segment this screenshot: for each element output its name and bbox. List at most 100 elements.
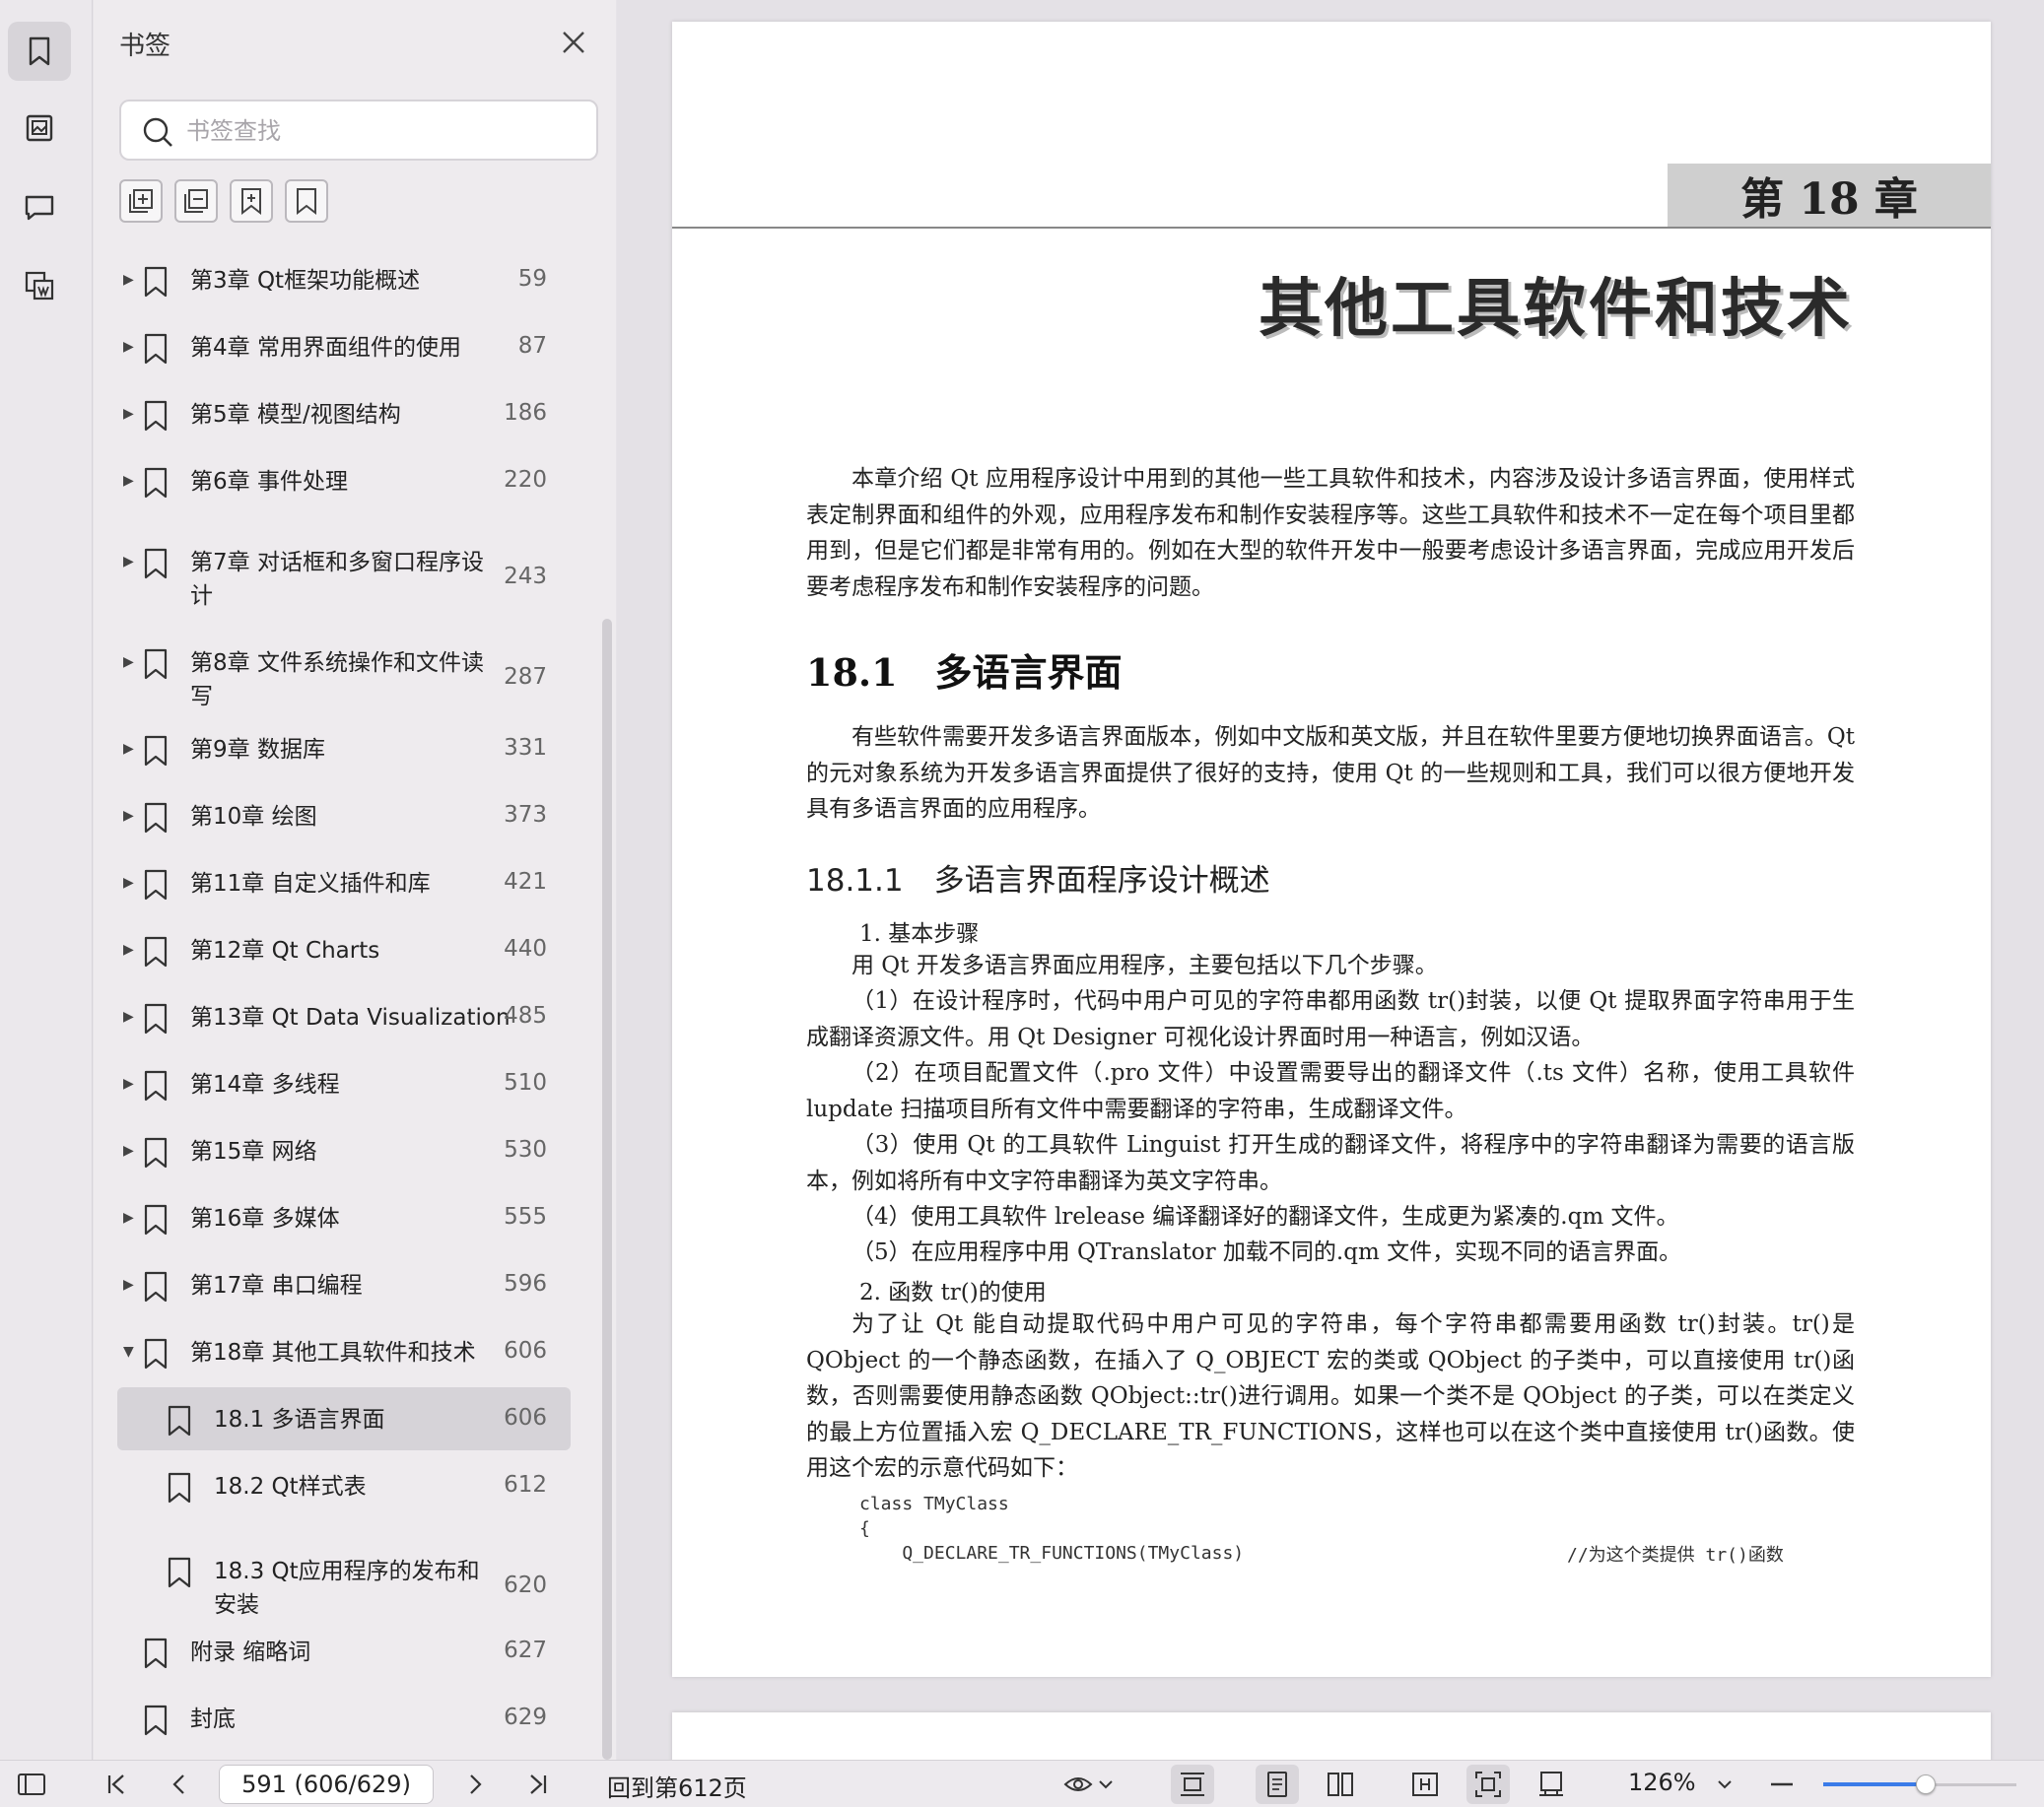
caret-right-icon[interactable]: ▶ <box>123 741 134 757</box>
bookmark-page-number: 373 <box>504 802 547 828</box>
bookmark-icon <box>144 266 168 298</box>
caret-right-icon[interactable]: ▶ <box>123 1076 134 1092</box>
bookmark-label: 18.1 多语言界面 <box>214 1403 385 1437</box>
bookmark-label: 附录 缩略词 <box>190 1636 310 1669</box>
previous-page-icon[interactable] <box>164 1769 195 1800</box>
bookmark-label-line: 第3章 Qt框架功能概述 <box>190 268 421 294</box>
caret-right-icon[interactable]: ▶ <box>123 473 134 489</box>
document-viewport[interactable]: 第 18 章 其他工具软件和技术 本章介绍 Qt 应用程序设计中用到的其他一些工… <box>617 0 2044 1807</box>
comment-tab[interactable] <box>8 177 71 236</box>
bookmark-label-line: 安装 <box>214 1592 259 1618</box>
bookmark-icon <box>168 1557 191 1588</box>
code-line-2: { <box>859 1518 870 1539</box>
next-page-icon[interactable] <box>459 1769 491 1800</box>
bookmark-icon <box>144 1003 168 1035</box>
caret-right-icon[interactable]: ▶ <box>123 808 134 824</box>
bookmark-icon <box>144 648 168 680</box>
bookmark-icon <box>144 802 168 834</box>
caret-right-icon[interactable]: ▶ <box>123 1009 134 1025</box>
caret-down-icon[interactable]: ▼ <box>123 1344 134 1360</box>
bookmark-label: 第4章 常用界面组件的使用 <box>190 331 461 365</box>
page-number-input[interactable]: 591 (606/629) <box>219 1765 434 1804</box>
collapse-all-button[interactable] <box>174 179 218 223</box>
bookmark-page-number: 530 <box>504 1137 547 1163</box>
intro-paragraph: 本章介绍 Qt 应用程序设计中用到的其他一些工具软件和技术，内容涉及设计多语言界… <box>806 466 1855 600</box>
bookmark-label-line: 第7章 对话框和多窗口程序设 <box>190 550 484 575</box>
go-back-link[interactable]: 回到第612页 <box>607 1769 747 1803</box>
status-bar: 591 (606/629) 回到第612页 126% <box>0 1760 2044 1807</box>
fit-page-icon[interactable] <box>1472 1769 1504 1800</box>
paragraph-steps-intro: 用 Qt 开发多语言界面应用程序，主要包括以下几个步骤。 <box>852 953 1438 978</box>
two-page-icon[interactable] <box>1325 1769 1356 1800</box>
expand-all-button[interactable] <box>119 179 163 223</box>
bookmark-label: 18.3 Qt应用程序的发布和 安装 <box>214 1555 480 1622</box>
step-heading-1: 1. 基本步骤 <box>859 921 980 947</box>
paragraph-step-3: （3）使用 Qt 的工具软件 Linguist 打开生成的翻译文件，将程序中的字… <box>806 1132 1855 1194</box>
bookmark-page-number: 59 <box>517 266 547 292</box>
bookmark-page-number: 629 <box>504 1705 547 1730</box>
extract-tab[interactable] <box>8 256 71 315</box>
eye-icon[interactable] <box>1062 1769 1094 1800</box>
last-page-icon[interactable] <box>522 1769 554 1800</box>
bookmark-page-number: 186 <box>504 400 547 426</box>
paragraph-tr-usage: 为了让 Qt 能自动提取代码中用户可见的字符串，每个字符串都需要用函数 tr()… <box>806 1311 1855 1481</box>
caret-right-icon[interactable]: ▶ <box>123 339 134 355</box>
bookmark-page-number: 606 <box>504 1338 547 1364</box>
first-page-icon[interactable] <box>101 1769 132 1800</box>
bookmark-page-number: 485 <box>504 1003 547 1029</box>
bookmark-label: 第6章 事件处理 <box>190 465 348 499</box>
collapse-all-icon <box>184 189 208 213</box>
caret-right-icon[interactable]: ▶ <box>123 1277 134 1293</box>
chapter-rule <box>672 227 1991 229</box>
caret-right-icon[interactable]: ▶ <box>123 272 134 288</box>
caret-right-icon[interactable]: ▶ <box>123 942 134 958</box>
bookmark-label-line: 18.3 Qt应用程序的发布和 <box>214 1559 480 1584</box>
bookmark-search-input[interactable] <box>186 111 580 151</box>
caret-right-icon[interactable]: ▶ <box>123 654 134 670</box>
caret-right-icon[interactable]: ▶ <box>123 554 134 569</box>
bookmark-label-line: 附录 缩略词 <box>190 1640 311 1665</box>
bookmark-page-number: 87 <box>517 333 547 359</box>
chevron-down-icon[interactable] <box>1096 1769 1116 1800</box>
bookmark-page-number: 331 <box>504 735 547 761</box>
bookmark-page-number: 555 <box>504 1204 547 1230</box>
bookmark-label-line: 计 <box>190 583 213 609</box>
zoom-slider-handle[interactable] <box>1915 1774 1936 1794</box>
fit-width-icon[interactable] <box>1409 1769 1441 1800</box>
bookmark-label: 第8章 文件系统操作和文件读写 <box>190 646 484 713</box>
zoom-level[interactable]: 126% <box>1628 1769 1696 1796</box>
add-bookmark-button[interactable] <box>230 179 273 223</box>
bookmark-label-line: 第4章 常用界面组件的使用 <box>190 335 461 361</box>
chapter-title: 其他工具软件和技术 <box>1259 273 1853 346</box>
bookmark-tab[interactable] <box>8 22 71 81</box>
step-heading-2: 2. 函数 tr()的使用 <box>859 1280 1047 1305</box>
bookmark-button[interactable] <box>285 179 328 223</box>
expand-all-icon <box>129 189 153 213</box>
bookmark-page-number: 421 <box>504 869 547 895</box>
extract-icon <box>25 271 54 301</box>
zoom-out-icon[interactable] <box>1766 1769 1798 1800</box>
single-page-icon[interactable] <box>1261 1769 1293 1800</box>
bookmark-label: 第3章 Qt框架功能概述 <box>190 264 420 298</box>
close-icon[interactable] <box>559 28 588 57</box>
zoom-slider-fill <box>1823 1782 1926 1786</box>
sidebar-toggle-icon[interactable] <box>16 1769 47 1800</box>
continuous-scroll-icon[interactable] <box>1177 1769 1208 1800</box>
bookmark-icon <box>144 1338 168 1370</box>
paragraph-step-4: （4）使用工具软件 lrelease 编译翻译好的翻译文件，生成更为紧凑的.qm… <box>852 1204 1679 1230</box>
caret-right-icon[interactable]: ▶ <box>123 1210 134 1226</box>
caret-right-icon[interactable]: ▶ <box>123 406 134 422</box>
bookmark-label: 第11章 自定义插件和库 <box>190 867 431 901</box>
bookmark-icon <box>144 400 168 432</box>
bookmark-scrollbar[interactable] <box>602 619 612 1760</box>
rotate-page-icon[interactable] <box>1535 1769 1567 1800</box>
bookmark-icon <box>144 735 168 767</box>
caret-right-icon[interactable]: ▶ <box>123 875 134 891</box>
bookmark-icon <box>144 1271 168 1303</box>
bookmark-label-line: 写 <box>190 684 213 709</box>
bookmark-label-line: 第17章 串口编程 <box>190 1273 363 1299</box>
zoom-chevron-down-icon[interactable] <box>1715 1769 1735 1800</box>
thumbnail-tab[interactable] <box>8 99 71 158</box>
bookmark-label: 18.2 Qt样式表 <box>214 1470 367 1504</box>
caret-right-icon[interactable]: ▶ <box>123 1143 134 1159</box>
